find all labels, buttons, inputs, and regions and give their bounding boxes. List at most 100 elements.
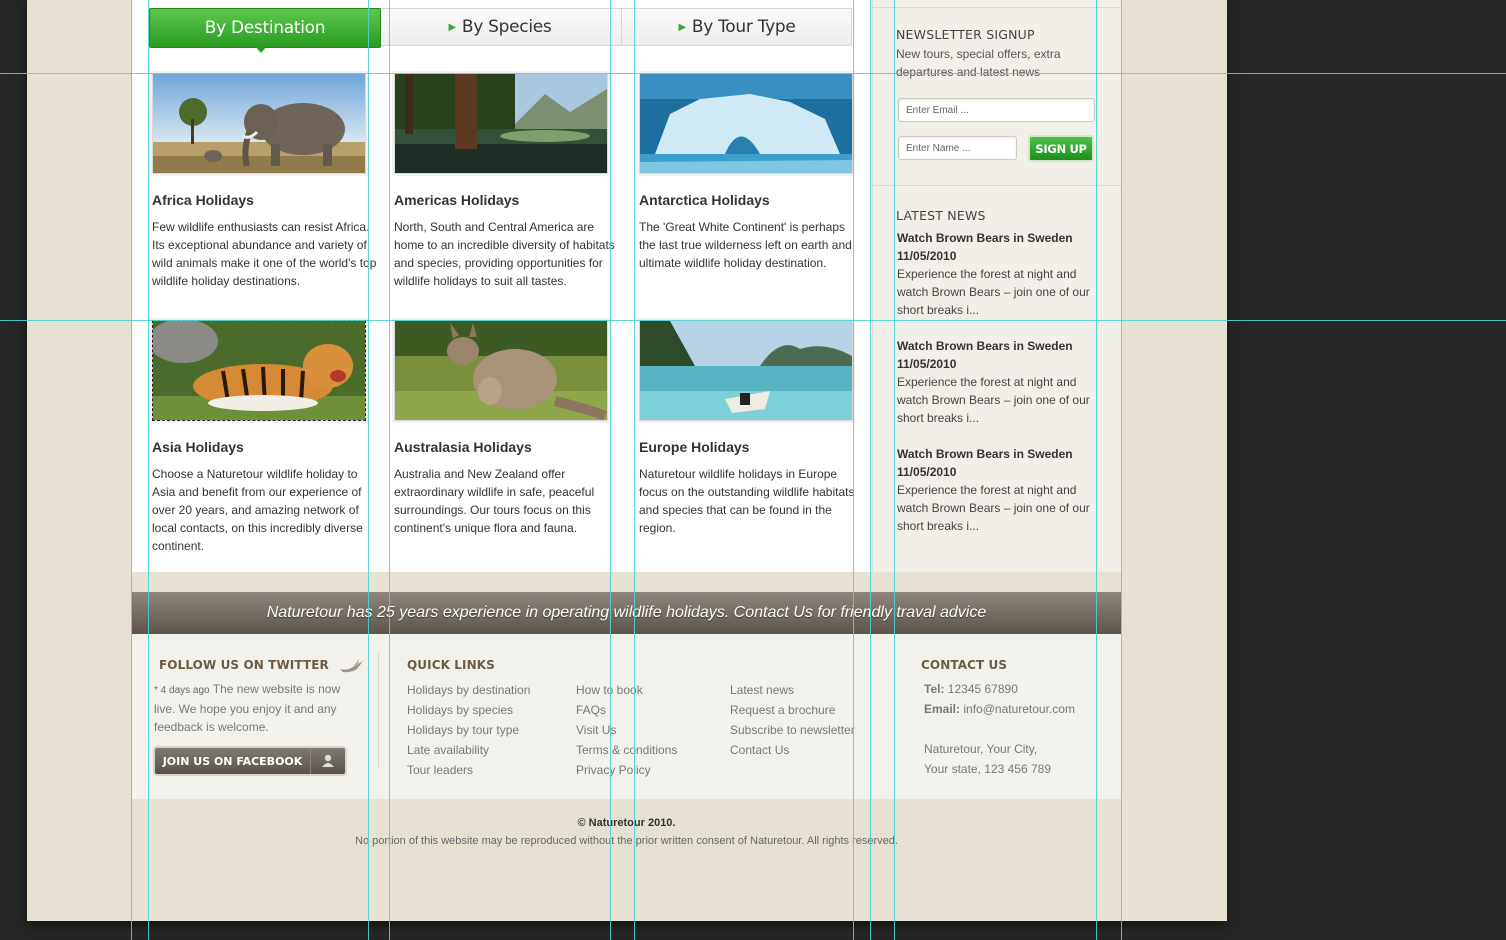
news-item[interactable]: Watch Brown Bears in Sweden 11/05/2010 E…: [897, 445, 1102, 535]
destination-title[interactable]: Europe Holidays: [639, 439, 864, 455]
footer-link[interactable]: Privacy Policy: [576, 763, 651, 777]
destination-title[interactable]: Americas Holidays: [394, 192, 619, 208]
sidebar: NEWSLETTER SIGNUP New tours, special off…: [872, 0, 1122, 572]
footer: FOLLOW US ON TWITTER * 4 days ago The ne…: [132, 634, 1121, 799]
address-line: Naturetour, Your City,: [924, 742, 1038, 756]
footer-link[interactable]: Holidays by species: [407, 703, 513, 717]
footer-link[interactable]: Tour leaders: [407, 763, 473, 777]
facebook-button-label: JOIN US ON FACEBOOK: [162, 754, 303, 768]
destination-description: Few wildlife enthusiasts can resist Afri…: [152, 220, 377, 288]
footer-link[interactable]: Request a brochure: [730, 703, 835, 717]
email-field[interactable]: Enter Email ...: [898, 98, 1095, 122]
guide-line: [0, 73, 1506, 74]
destination-title[interactable]: Antarctica Holidays: [639, 192, 864, 208]
twitter-heading: FOLLOW US ON TWITTER: [159, 658, 365, 673]
destination-description: Australia and New Zealand offer extraord…: [394, 467, 595, 535]
destination-card-asia[interactable]: Asia Holidays Choose a Naturetour wildli…: [152, 320, 377, 555]
destination-description: North, South and Central America are hom…: [394, 220, 615, 288]
page-canvas: By Destination ▶ By Species ▶ By Tour Ty…: [27, 0, 1227, 921]
destination-title[interactable]: Africa Holidays: [152, 192, 377, 208]
copyright: © Naturetour 2010.: [577, 817, 676, 829]
twitter-bird-icon: [339, 658, 365, 673]
guide-line: [148, 0, 149, 940]
footer-link[interactable]: Holidays by tour type: [407, 723, 519, 737]
footer-link[interactable]: Contact Us: [730, 743, 789, 757]
destination-description: Naturetour wildlife holidays in Europe f…: [639, 467, 855, 535]
guide-line: [853, 0, 854, 940]
news-excerpt: Experience the forest at night and watch…: [897, 483, 1090, 533]
tweet-meta: * 4 days ago: [154, 685, 210, 696]
quick-links-heading: QUICK LINKS: [407, 658, 495, 672]
divider: [873, 7, 1122, 8]
tab-by-tour-type[interactable]: ▶ By Tour Type: [622, 9, 852, 45]
kangaroo-photo[interactable]: [394, 320, 608, 421]
contact-email: Email: info@naturetour.com: [924, 702, 1075, 716]
twitter-heading-text: FOLLOW US ON TWITTER: [159, 658, 329, 672]
destination-title[interactable]: Asia Holidays: [152, 439, 377, 455]
destination-card-europe[interactable]: Europe Holidays Naturetour wildlife holi…: [639, 320, 864, 537]
banner-text: Naturetour has 25 years experience in op…: [266, 604, 987, 621]
guide-line: [1096, 0, 1097, 940]
destination-title[interactable]: Australasia Holidays: [394, 439, 619, 455]
disclaimer: No portion of this website may be reprod…: [355, 835, 898, 847]
footer-divider: [378, 652, 379, 767]
contact-tel: Tel: 12345 67890: [924, 682, 1018, 696]
elephant-photo[interactable]: [152, 73, 366, 174]
iceberg-photo[interactable]: [639, 73, 853, 174]
tel-value: 12345 67890: [947, 682, 1018, 696]
news-title[interactable]: Watch Brown Bears in Sweden: [897, 231, 1073, 245]
guide-line: [1121, 0, 1122, 940]
footer-link[interactable]: FAQs: [576, 703, 606, 717]
user-icon: [310, 748, 345, 774]
tiger-photo[interactable]: [152, 320, 366, 421]
email-value[interactable]: info@naturetour.com: [963, 702, 1075, 716]
destination-description: The 'Great White Continent' is perhaps t…: [639, 220, 852, 270]
triangle-right-icon: ▶: [678, 21, 686, 33]
tab-label: By Tour Type: [691, 17, 796, 37]
name-field[interactable]: Enter Name ...: [898, 136, 1017, 160]
destination-card-americas[interactable]: Americas Holidays North, South and Centr…: [394, 73, 619, 290]
boat-photo[interactable]: [639, 320, 853, 421]
newsletter-heading: NEWSLETTER SIGNUP: [896, 27, 1035, 42]
tab-label: By Species: [461, 17, 552, 37]
guide-line: [389, 0, 390, 940]
destination-card-antarctica[interactable]: Antarctica Holidays The 'Great White Con…: [639, 73, 864, 272]
address-line: Your state, 123 456 789: [924, 762, 1051, 776]
triangle-right-icon: ▶: [448, 21, 457, 33]
footer-link[interactable]: Subscribe to newsletter: [730, 723, 855, 737]
tab-by-species[interactable]: ▶ By Species: [379, 9, 621, 45]
destination-tabs: By Destination ▶ By Species ▶ By Tour Ty…: [149, 8, 852, 53]
divider: [873, 185, 1122, 186]
active-tab-pointer-icon: [255, 46, 267, 53]
guide-line: [0, 320, 1506, 321]
guide-line: [634, 0, 635, 940]
tab-label: By Destination: [204, 18, 326, 38]
tweet: * 4 days ago The new website is now live…: [154, 680, 349, 736]
guide-line: [894, 0, 895, 940]
news-title[interactable]: Watch Brown Bears in Sweden: [897, 447, 1073, 461]
news-item[interactable]: Watch Brown Bears in Sweden 11/05/2010 E…: [897, 337, 1102, 427]
news-excerpt: Experience the forest at night and watch…: [897, 267, 1090, 317]
destination-card-australasia[interactable]: Australasia Holidays Australia and New Z…: [394, 320, 619, 537]
contact-banner[interactable]: Naturetour has 25 years experience in op…: [132, 592, 1121, 634]
guide-line: [610, 0, 611, 940]
footer-link[interactable]: Late availability: [407, 743, 489, 757]
tel-label: Tel:: [924, 682, 945, 696]
guide-line: [131, 0, 132, 940]
news-date: 11/05/2010: [897, 249, 957, 263]
email-label: Email:: [924, 702, 961, 716]
footer-link[interactable]: Latest news: [730, 683, 794, 697]
footer-link[interactable]: Terms & conditions: [576, 743, 677, 757]
footer-link[interactable]: Holidays by destination: [407, 683, 530, 697]
content-panel: By Destination ▶ By Species ▶ By Tour Ty…: [132, 0, 1122, 572]
news-item[interactable]: Watch Brown Bears in Sweden 11/05/2010 E…: [897, 229, 1102, 319]
guide-line: [870, 0, 871, 940]
news-excerpt: Experience the forest at night and watch…: [897, 375, 1090, 425]
tab-by-destination[interactable]: By Destination: [149, 8, 381, 53]
signup-button[interactable]: SIGN UP: [1028, 135, 1094, 162]
news-date: 11/05/2010: [897, 357, 957, 371]
forest-lake-photo[interactable]: [394, 73, 608, 174]
destination-card-africa[interactable]: Africa Holidays Few wildlife enthusiasts…: [152, 73, 377, 290]
facebook-button[interactable]: JOIN US ON FACEBOOK: [153, 746, 347, 776]
news-title[interactable]: Watch Brown Bears in Sweden: [897, 339, 1073, 353]
